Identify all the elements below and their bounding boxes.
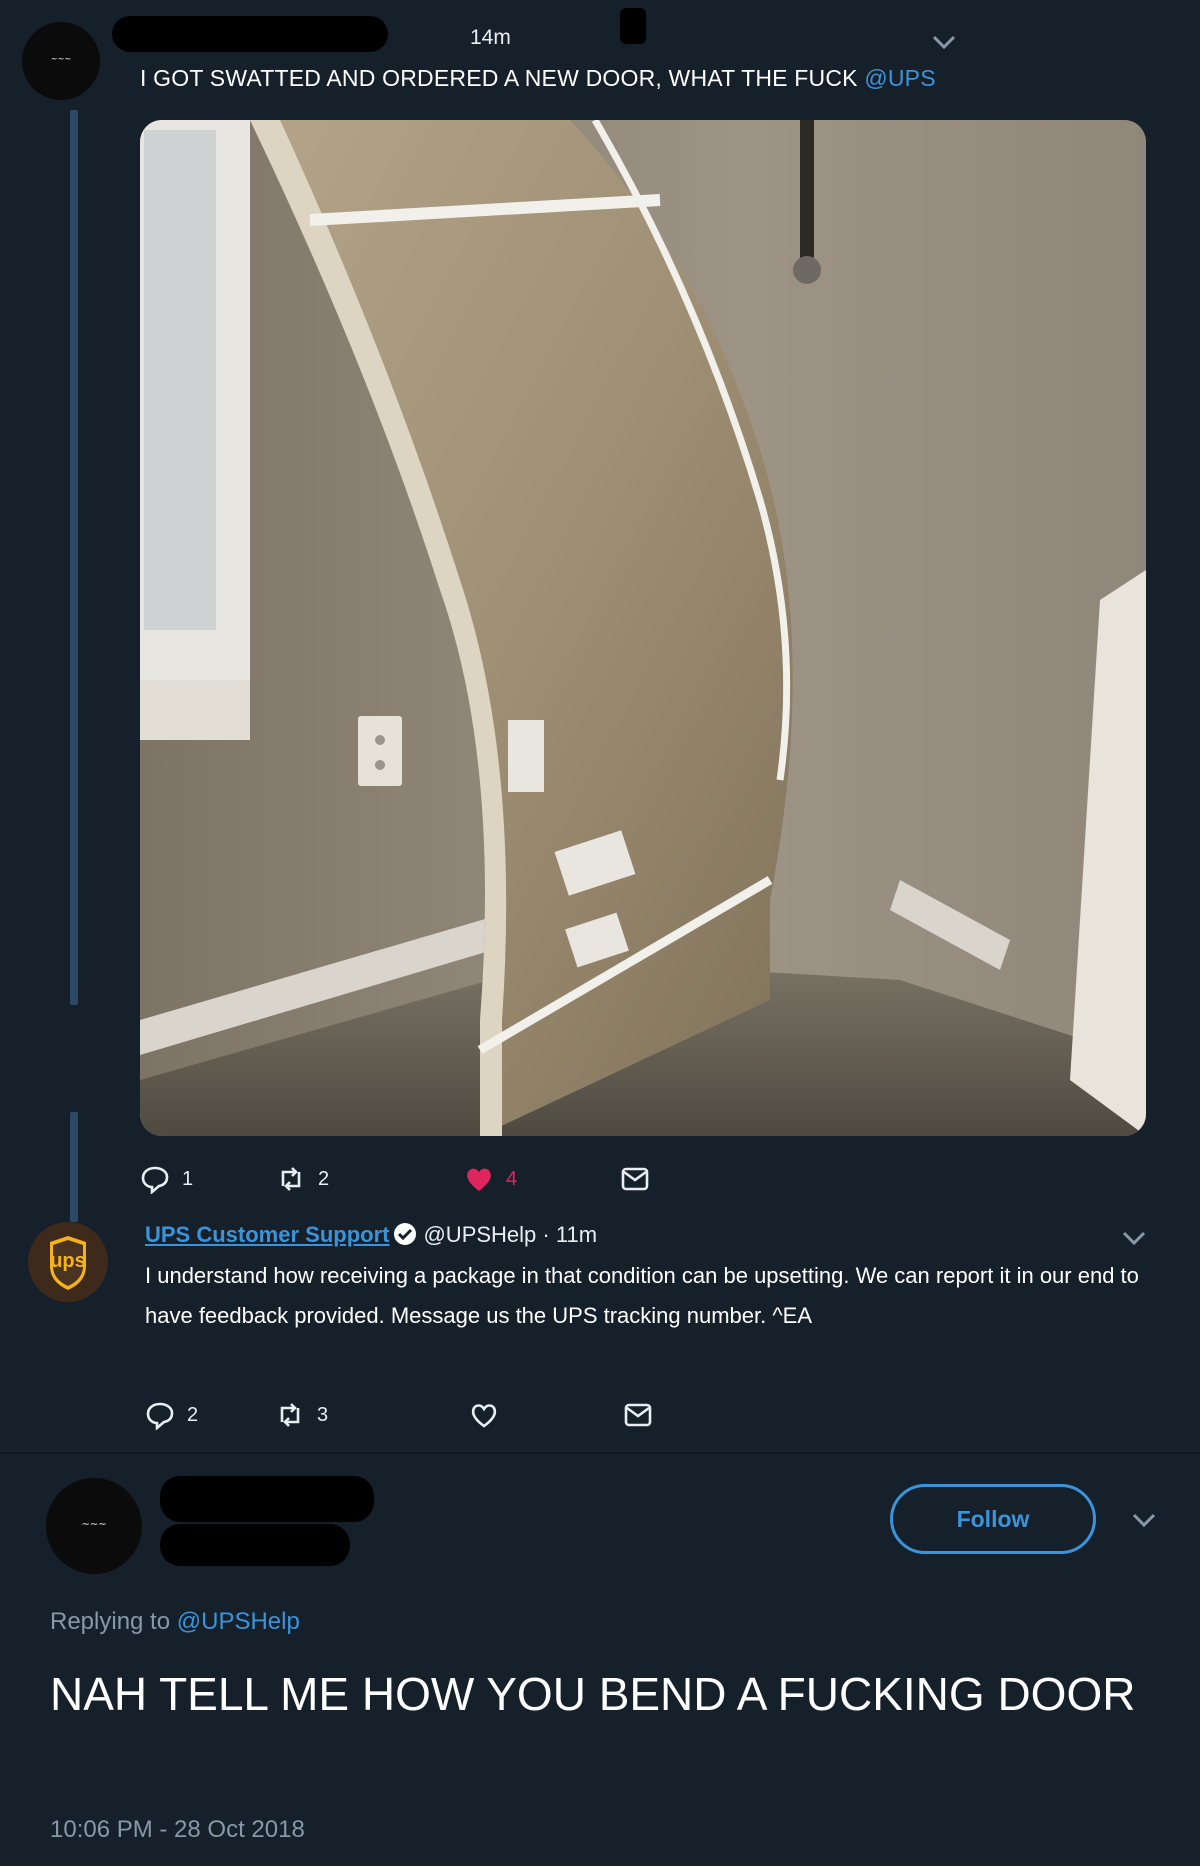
tweet-text: I GOT SWATTED AND ORDERED A NEW DOOR, WH… bbox=[140, 64, 936, 92]
redacted-focused-author-handle bbox=[160, 1524, 350, 1566]
reply-message-action[interactable] bbox=[623, 1400, 653, 1430]
like-count: 4 bbox=[506, 1167, 518, 1190]
reply-separator: · bbox=[542, 1222, 550, 1247]
reply-reply-count: 2 bbox=[187, 1403, 199, 1426]
reply-actions: 2 3 bbox=[145, 1400, 765, 1436]
reply-menu-chevron-icon[interactable] bbox=[1122, 1230, 1146, 1246]
reply-retweet-action[interactable]: 3 bbox=[275, 1400, 328, 1430]
focused-tweet-timestamp[interactable]: 10:06 PM - 28 Oct 2018 bbox=[50, 1816, 305, 1844]
reply-author-handle[interactable]: @UPSHelp bbox=[423, 1222, 536, 1247]
reply-count: 1 bbox=[182, 1167, 194, 1190]
focused-menu-chevron-icon[interactable] bbox=[1132, 1512, 1156, 1528]
reply-icon bbox=[141, 1166, 169, 1194]
ups-avatar[interactable]: ups bbox=[28, 1222, 108, 1302]
heart-filled-icon bbox=[467, 1168, 491, 1191]
tweet-menu-chevron-icon[interactable] bbox=[932, 34, 956, 50]
replying-prefix: Replying to bbox=[50, 1608, 171, 1635]
redacted-mark bbox=[620, 8, 646, 44]
author-avatar[interactable]: ~~~ bbox=[22, 22, 100, 100]
reply-author-name[interactable]: UPS Customer Support bbox=[145, 1222, 389, 1247]
reply-retweet-count: 3 bbox=[317, 1403, 329, 1426]
avatar-logo-icon: ~~~ bbox=[81, 1519, 106, 1530]
redacted-author-name bbox=[112, 16, 388, 52]
envelope-icon bbox=[621, 1167, 649, 1191]
tweet-time[interactable]: 14m bbox=[470, 26, 511, 50]
mention-link[interactable]: @UPS bbox=[864, 65, 935, 91]
reply-reply-action[interactable]: 2 bbox=[145, 1400, 198, 1430]
retweet-icon bbox=[280, 1403, 300, 1427]
reply-icon bbox=[146, 1402, 174, 1430]
tweet-photo[interactable] bbox=[140, 120, 1146, 1136]
bent-door-box-photo bbox=[140, 120, 1146, 1136]
thread-connector-line-lower bbox=[70, 1112, 78, 1222]
redacted-focused-author-name bbox=[160, 1476, 374, 1522]
retweet-count: 2 bbox=[318, 1167, 330, 1190]
ups-avatar-text: ups bbox=[50, 1250, 86, 1272]
tweet-body: I GOT SWATTED AND ORDERED A NEW DOOR, WH… bbox=[140, 65, 858, 91]
envelope-icon bbox=[624, 1403, 652, 1427]
avatar-logo-icon: ~~~ bbox=[51, 54, 72, 64]
retweet-icon bbox=[281, 1167, 301, 1191]
reply-like-action[interactable] bbox=[469, 1400, 499, 1430]
focused-author-avatar[interactable]: ~~~ bbox=[46, 1478, 142, 1574]
svg-text:~~~: ~~~ bbox=[81, 1519, 106, 1530]
tweet-actions: 1 2 4 bbox=[140, 1164, 760, 1200]
verified-badge-icon bbox=[394, 1223, 417, 1245]
thread-connector-line bbox=[70, 110, 78, 1005]
reply-time[interactable]: 11m bbox=[556, 1222, 597, 1247]
message-action[interactable] bbox=[620, 1164, 650, 1194]
reply-action[interactable]: 1 bbox=[140, 1164, 193, 1194]
heart-outline-icon bbox=[471, 1404, 497, 1428]
reply-header: UPS Customer Support @UPSHelp · 11m bbox=[145, 1222, 597, 1248]
follow-button[interactable]: Follow bbox=[890, 1484, 1096, 1554]
retweet-action[interactable]: 2 bbox=[276, 1164, 329, 1194]
replying-to: Replying to @UPSHelp bbox=[50, 1608, 300, 1636]
replying-to-handle[interactable]: @UPSHelp bbox=[177, 1608, 300, 1635]
like-action[interactable]: 4 bbox=[464, 1164, 517, 1194]
focused-tweet-text: NAH TELL ME HOW YOU BEND A FUCKING DOOR bbox=[50, 1668, 1136, 1720]
svg-text:~~~: ~~~ bbox=[51, 54, 72, 64]
reply-text: I understand how receiving a package in … bbox=[145, 1263, 1139, 1328]
